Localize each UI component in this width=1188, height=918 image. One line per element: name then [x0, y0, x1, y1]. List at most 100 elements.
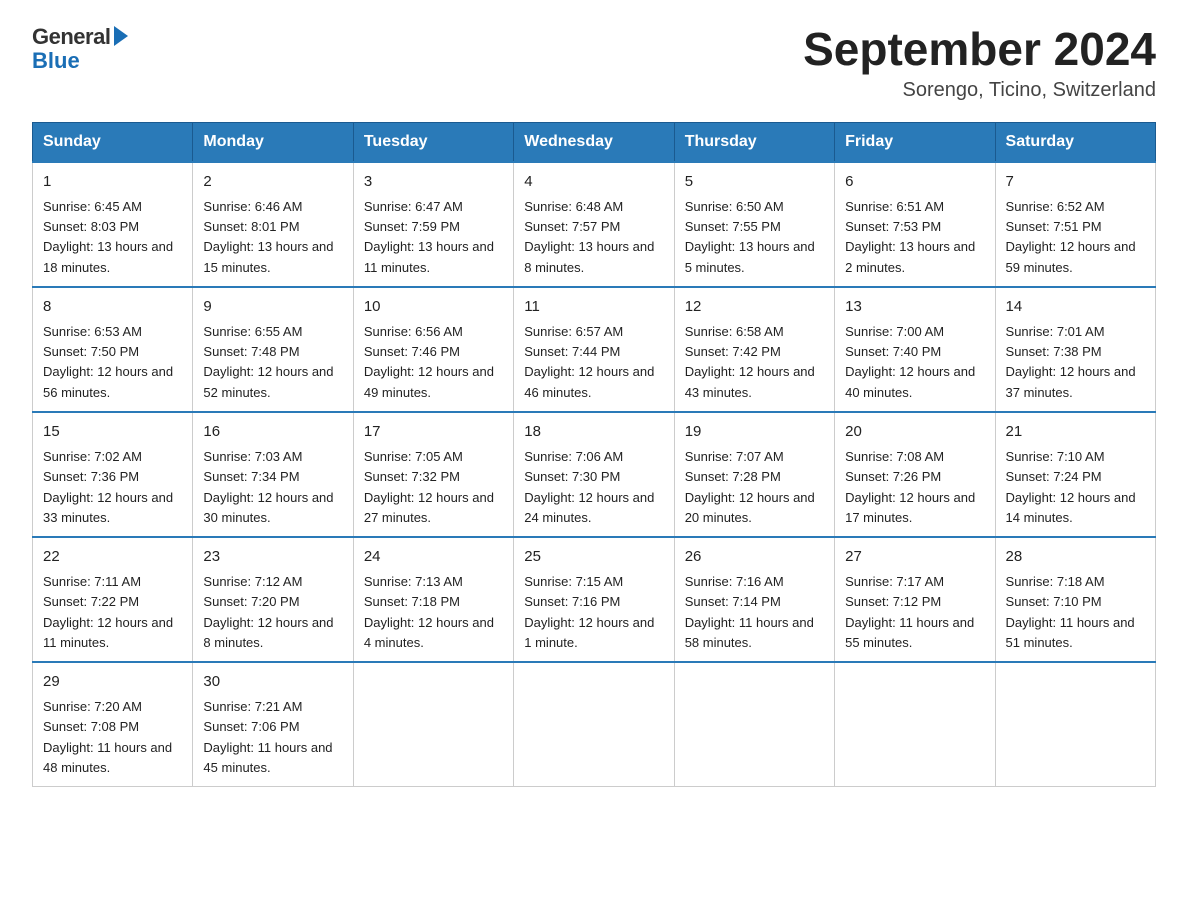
- day-number: 6: [845, 171, 984, 194]
- day-number: 8: [43, 296, 182, 319]
- day-number: 27: [845, 546, 984, 569]
- day-info: Sunrise: 7:08 AMSunset: 7:26 PMDaylight:…: [845, 449, 975, 524]
- day-info: Sunrise: 7:10 AMSunset: 7:24 PMDaylight:…: [1006, 449, 1136, 524]
- table-row: 8 Sunrise: 6:53 AMSunset: 7:50 PMDayligh…: [33, 287, 193, 412]
- day-info: Sunrise: 6:52 AMSunset: 7:51 PMDaylight:…: [1006, 199, 1136, 274]
- day-info: Sunrise: 6:53 AMSunset: 7:50 PMDaylight:…: [43, 324, 173, 399]
- table-row: 9 Sunrise: 6:55 AMSunset: 7:48 PMDayligh…: [193, 287, 353, 412]
- col-sunday: Sunday: [33, 122, 193, 162]
- day-number: 16: [203, 421, 342, 444]
- table-row: 26 Sunrise: 7:16 AMSunset: 7:14 PMDaylig…: [674, 537, 834, 662]
- logo-blue-text: Blue: [32, 48, 80, 74]
- calendar-week-row: 15 Sunrise: 7:02 AMSunset: 7:36 PMDaylig…: [33, 412, 1156, 537]
- col-monday: Monday: [193, 122, 353, 162]
- logo: General Blue: [32, 24, 128, 74]
- day-info: Sunrise: 6:57 AMSunset: 7:44 PMDaylight:…: [524, 324, 654, 399]
- day-number: 10: [364, 296, 503, 319]
- table-row: 18 Sunrise: 7:06 AMSunset: 7:30 PMDaylig…: [514, 412, 674, 537]
- table-row: 13 Sunrise: 7:00 AMSunset: 7:40 PMDaylig…: [835, 287, 995, 412]
- day-info: Sunrise: 6:56 AMSunset: 7:46 PMDaylight:…: [364, 324, 494, 399]
- day-number: 18: [524, 421, 663, 444]
- col-thursday: Thursday: [674, 122, 834, 162]
- table-row: 6 Sunrise: 6:51 AMSunset: 7:53 PMDayligh…: [835, 162, 995, 287]
- table-row: [674, 662, 834, 787]
- day-info: Sunrise: 7:03 AMSunset: 7:34 PMDaylight:…: [203, 449, 333, 524]
- day-number: 29: [43, 671, 182, 694]
- day-number: 9: [203, 296, 342, 319]
- calendar-week-row: 1 Sunrise: 6:45 AMSunset: 8:03 PMDayligh…: [33, 162, 1156, 287]
- page-header: General Blue September 2024 Sorengo, Tic…: [32, 24, 1156, 102]
- calendar-week-row: 29 Sunrise: 7:20 AMSunset: 7:08 PMDaylig…: [33, 662, 1156, 787]
- day-number: 15: [43, 421, 182, 444]
- calendar-header-row: Sunday Monday Tuesday Wednesday Thursday…: [33, 122, 1156, 162]
- calendar-table: Sunday Monday Tuesday Wednesday Thursday…: [32, 122, 1156, 787]
- table-row: 28 Sunrise: 7:18 AMSunset: 7:10 PMDaylig…: [995, 537, 1155, 662]
- day-number: 17: [364, 421, 503, 444]
- calendar-week-row: 8 Sunrise: 6:53 AMSunset: 7:50 PMDayligh…: [33, 287, 1156, 412]
- table-row: 3 Sunrise: 6:47 AMSunset: 7:59 PMDayligh…: [353, 162, 513, 287]
- day-info: Sunrise: 7:15 AMSunset: 7:16 PMDaylight:…: [524, 574, 654, 649]
- col-tuesday: Tuesday: [353, 122, 513, 162]
- day-info: Sunrise: 7:00 AMSunset: 7:40 PMDaylight:…: [845, 324, 975, 399]
- table-row: [514, 662, 674, 787]
- day-info: Sunrise: 6:50 AMSunset: 7:55 PMDaylight:…: [685, 199, 815, 274]
- day-info: Sunrise: 6:45 AMSunset: 8:03 PMDaylight:…: [43, 199, 173, 274]
- day-number: 7: [1006, 171, 1145, 194]
- day-info: Sunrise: 6:47 AMSunset: 7:59 PMDaylight:…: [364, 199, 494, 274]
- day-number: 11: [524, 296, 663, 319]
- day-info: Sunrise: 6:46 AMSunset: 8:01 PMDaylight:…: [203, 199, 333, 274]
- logo-triangle-icon: [114, 26, 128, 46]
- table-row: 2 Sunrise: 6:46 AMSunset: 8:01 PMDayligh…: [193, 162, 353, 287]
- location: Sorengo, Ticino, Switzerland: [803, 79, 1156, 102]
- day-number: 26: [685, 546, 824, 569]
- day-info: Sunrise: 7:21 AMSunset: 7:06 PMDaylight:…: [203, 699, 332, 774]
- col-wednesday: Wednesday: [514, 122, 674, 162]
- table-row: 7 Sunrise: 6:52 AMSunset: 7:51 PMDayligh…: [995, 162, 1155, 287]
- table-row: 15 Sunrise: 7:02 AMSunset: 7:36 PMDaylig…: [33, 412, 193, 537]
- day-info: Sunrise: 7:11 AMSunset: 7:22 PMDaylight:…: [43, 574, 173, 649]
- day-info: Sunrise: 7:07 AMSunset: 7:28 PMDaylight:…: [685, 449, 815, 524]
- day-number: 28: [1006, 546, 1145, 569]
- day-number: 13: [845, 296, 984, 319]
- day-number: 12: [685, 296, 824, 319]
- table-row: 11 Sunrise: 6:57 AMSunset: 7:44 PMDaylig…: [514, 287, 674, 412]
- day-info: Sunrise: 7:05 AMSunset: 7:32 PMDaylight:…: [364, 449, 494, 524]
- day-number: 20: [845, 421, 984, 444]
- day-info: Sunrise: 7:02 AMSunset: 7:36 PMDaylight:…: [43, 449, 173, 524]
- day-info: Sunrise: 7:01 AMSunset: 7:38 PMDaylight:…: [1006, 324, 1136, 399]
- day-number: 1: [43, 171, 182, 194]
- table-row: 22 Sunrise: 7:11 AMSunset: 7:22 PMDaylig…: [33, 537, 193, 662]
- day-number: 19: [685, 421, 824, 444]
- table-row: 30 Sunrise: 7:21 AMSunset: 7:06 PMDaylig…: [193, 662, 353, 787]
- day-info: Sunrise: 7:17 AMSunset: 7:12 PMDaylight:…: [845, 574, 974, 649]
- day-number: 24: [364, 546, 503, 569]
- table-row: 12 Sunrise: 6:58 AMSunset: 7:42 PMDaylig…: [674, 287, 834, 412]
- table-row: 29 Sunrise: 7:20 AMSunset: 7:08 PMDaylig…: [33, 662, 193, 787]
- logo-general-text: General: [32, 24, 110, 50]
- day-info: Sunrise: 6:58 AMSunset: 7:42 PMDaylight:…: [685, 324, 815, 399]
- day-number: 5: [685, 171, 824, 194]
- day-info: Sunrise: 7:12 AMSunset: 7:20 PMDaylight:…: [203, 574, 333, 649]
- table-row: 17 Sunrise: 7:05 AMSunset: 7:32 PMDaylig…: [353, 412, 513, 537]
- day-number: 14: [1006, 296, 1145, 319]
- table-row: 21 Sunrise: 7:10 AMSunset: 7:24 PMDaylig…: [995, 412, 1155, 537]
- table-row: 5 Sunrise: 6:50 AMSunset: 7:55 PMDayligh…: [674, 162, 834, 287]
- table-row: 10 Sunrise: 6:56 AMSunset: 7:46 PMDaylig…: [353, 287, 513, 412]
- day-info: Sunrise: 7:16 AMSunset: 7:14 PMDaylight:…: [685, 574, 814, 649]
- col-friday: Friday: [835, 122, 995, 162]
- day-info: Sunrise: 7:18 AMSunset: 7:10 PMDaylight:…: [1006, 574, 1135, 649]
- title-section: September 2024 Sorengo, Ticino, Switzerl…: [803, 24, 1156, 102]
- day-info: Sunrise: 7:20 AMSunset: 7:08 PMDaylight:…: [43, 699, 172, 774]
- table-row: 4 Sunrise: 6:48 AMSunset: 7:57 PMDayligh…: [514, 162, 674, 287]
- day-number: 21: [1006, 421, 1145, 444]
- table-row: [995, 662, 1155, 787]
- table-row: 19 Sunrise: 7:07 AMSunset: 7:28 PMDaylig…: [674, 412, 834, 537]
- table-row: 1 Sunrise: 6:45 AMSunset: 8:03 PMDayligh…: [33, 162, 193, 287]
- day-info: Sunrise: 6:55 AMSunset: 7:48 PMDaylight:…: [203, 324, 333, 399]
- day-info: Sunrise: 7:13 AMSunset: 7:18 PMDaylight:…: [364, 574, 494, 649]
- table-row: 24 Sunrise: 7:13 AMSunset: 7:18 PMDaylig…: [353, 537, 513, 662]
- day-info: Sunrise: 6:51 AMSunset: 7:53 PMDaylight:…: [845, 199, 975, 274]
- day-number: 22: [43, 546, 182, 569]
- table-row: [835, 662, 995, 787]
- day-info: Sunrise: 6:48 AMSunset: 7:57 PMDaylight:…: [524, 199, 654, 274]
